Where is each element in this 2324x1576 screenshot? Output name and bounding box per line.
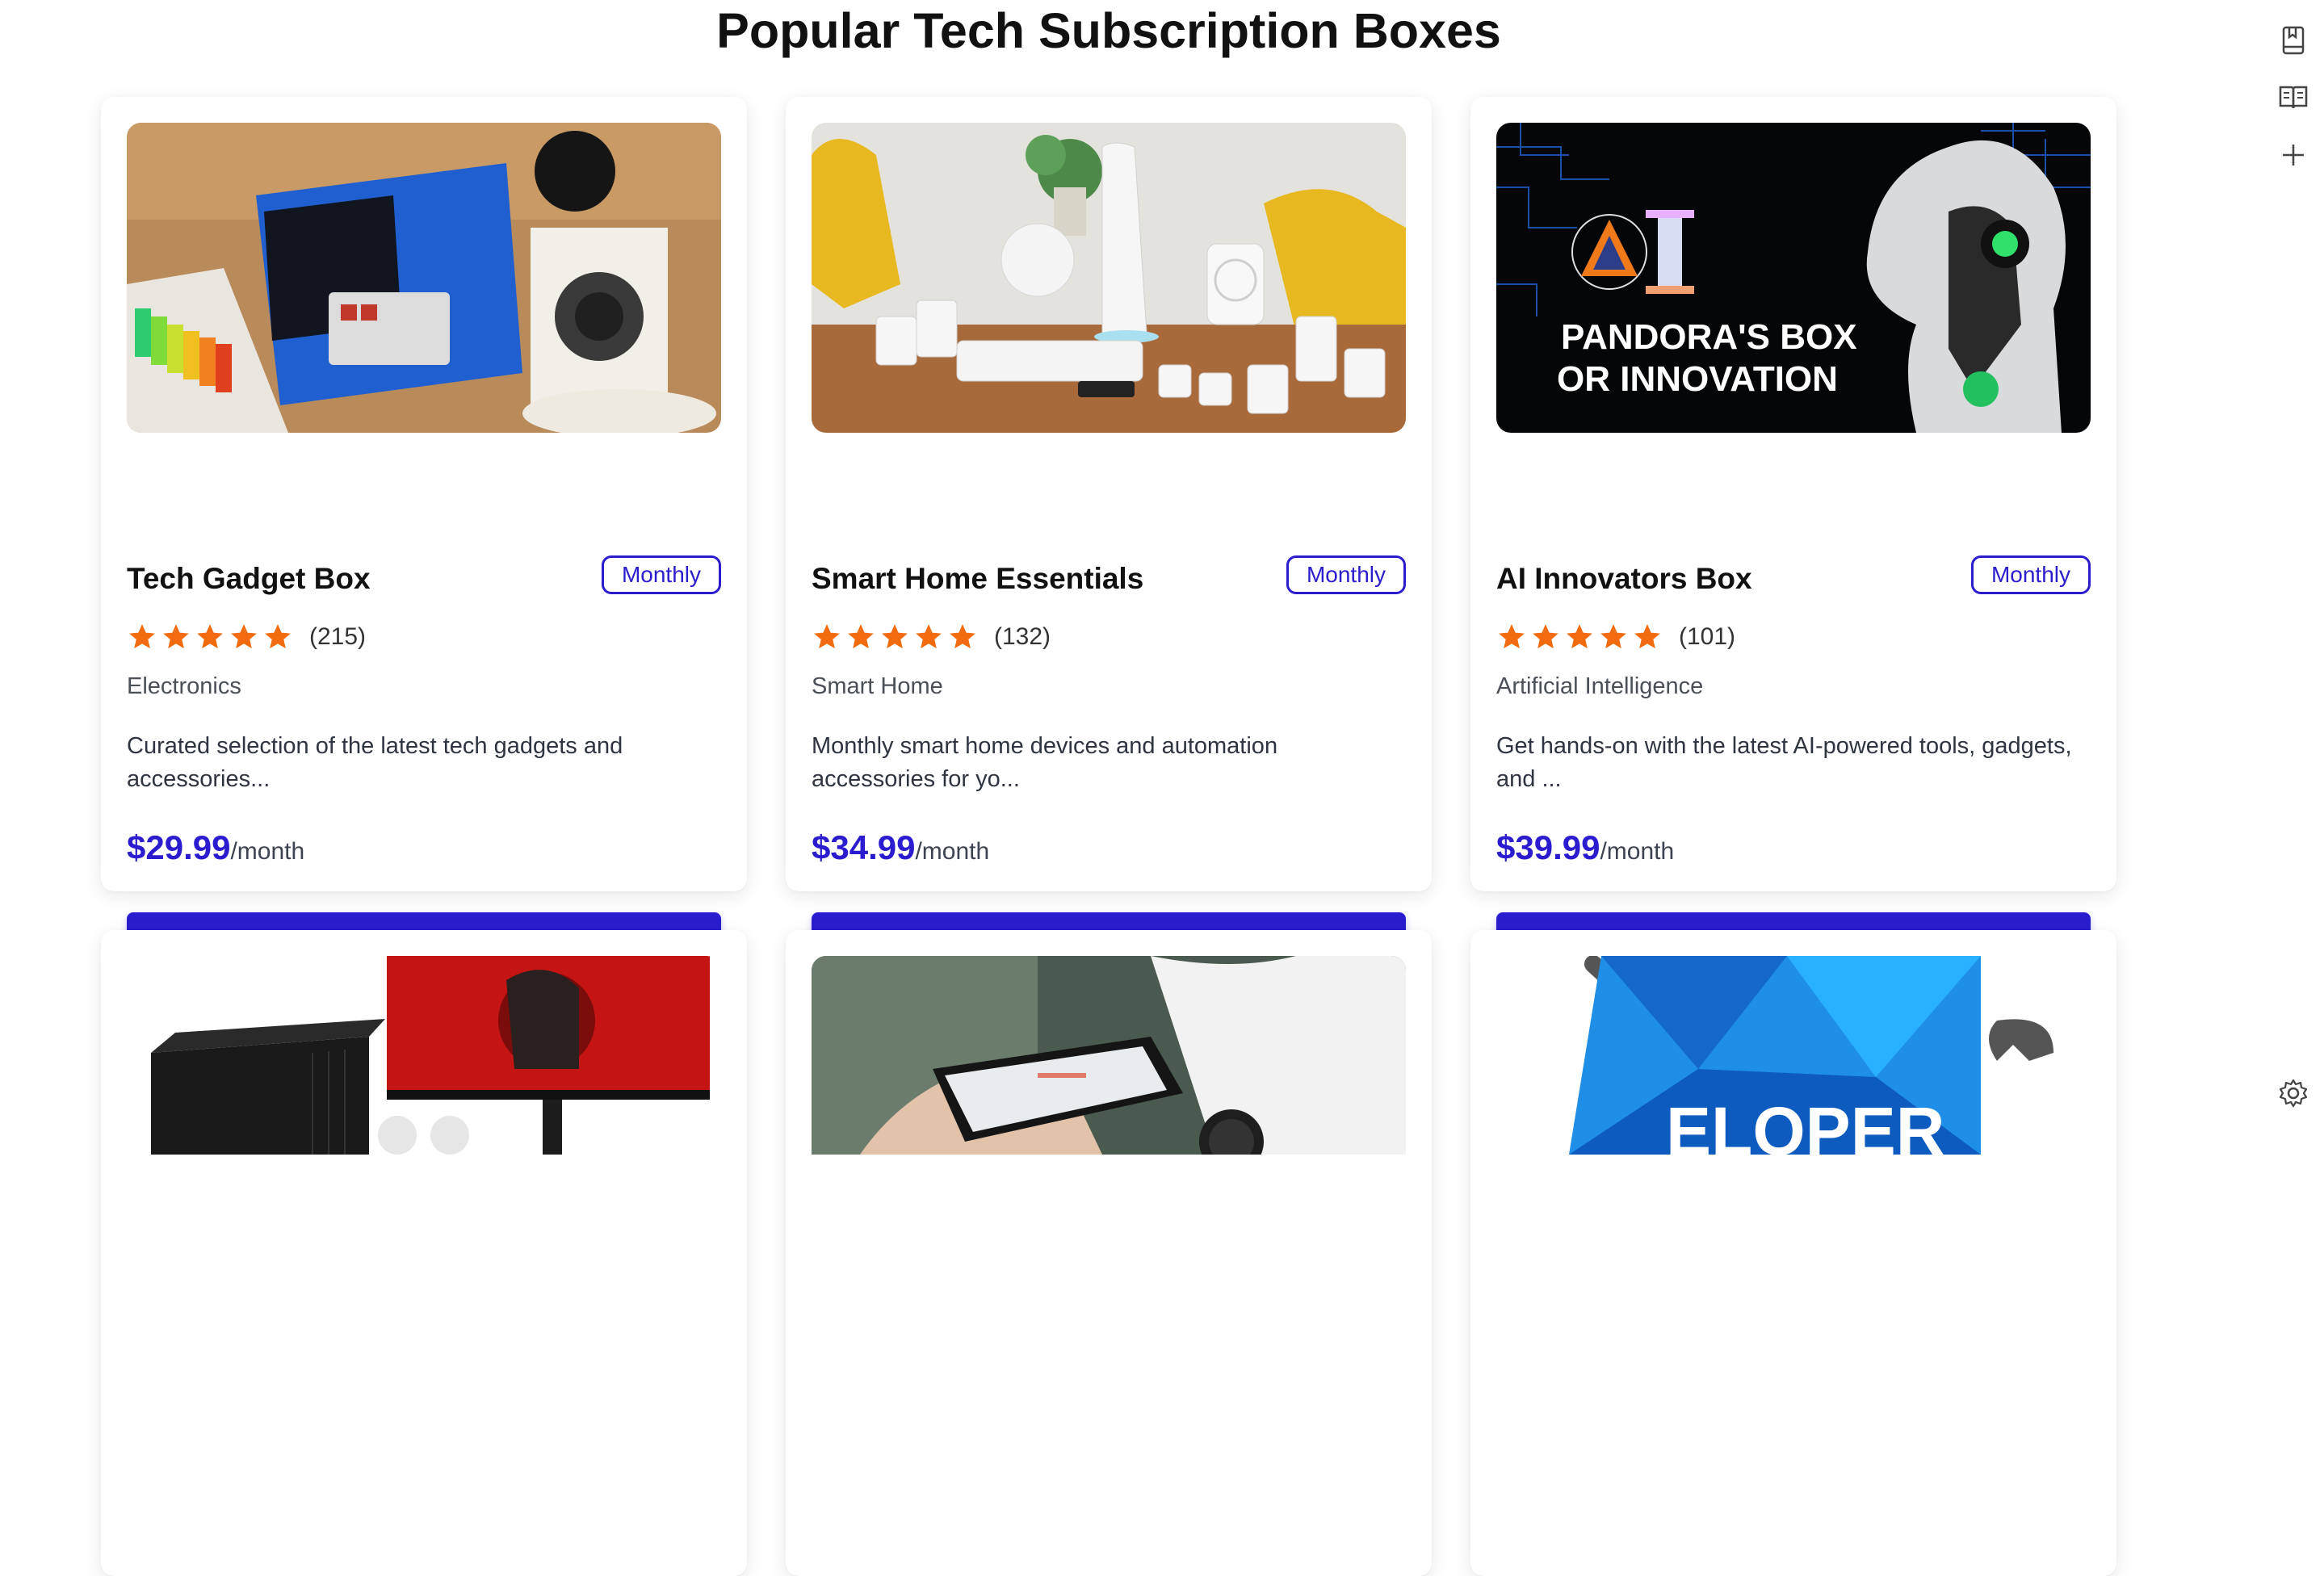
rating: (101) [1496,618,1735,656]
star-icon [231,624,257,649]
subscription-card: ELOPER [1470,930,2116,1576]
bookmark-icon[interactable] [2277,24,2309,57]
price-amount: $39.99 [1496,828,1600,866]
frequency-badge: Monthly [1970,555,2091,594]
settings-icon[interactable] [2277,1077,2309,1109]
reader-icon[interactable] [2277,81,2309,113]
card-description: Curated selection of the latest tech gad… [127,733,623,792]
price-period: /month [915,838,990,865]
price-amount: $34.99 [812,828,916,866]
price: $34.99 /month [812,828,989,867]
image-caption-line-2: OR INNOVATION [1557,359,1838,399]
category-label: Artificial Intelligence [1496,673,1704,699]
card-image-developer: ELOPER [1496,956,2091,1155]
star-icon [265,624,291,649]
frequency-badge: Monthly [1286,555,1406,594]
frequency-badge: Monthly [601,555,721,594]
card-image-ai-innovators-box: PANDORA'S BOX OR INNOVATION [1496,123,2091,433]
card-title: AI Innovators Box [1496,562,1752,595]
subscription-card: Tech Gadget Box Monthly (215) Electronic… [101,97,747,964]
star-icon [1567,624,1592,649]
star-icon [1634,624,1660,649]
subscription-card: PANDORA'S BOX OR INNOVATION AI Innovator… [1470,97,2116,964]
card-title: Smart Home Essentials [812,562,1144,595]
star-icon [814,624,840,649]
price: $39.99 /month [1496,828,1674,867]
card-title: Tech Gadget Box [127,562,371,595]
card-description: Get hands-on with the latest AI-powered … [1496,733,2072,792]
card-image-smart-home-essentials [812,123,1406,433]
star-icon [848,624,874,649]
image-caption-line-1: PANDORA'S BOX [1561,317,1857,357]
category-label: Smart Home [812,673,943,699]
star-rating [127,622,293,652]
star-icon [1499,624,1525,649]
subscription-card: Smart Home Essentials Monthly (132) Smar… [786,97,1432,964]
review-count: (101) [1679,623,1736,650]
star-icon [916,624,942,649]
star-icon [950,624,975,649]
subscription-card [101,930,747,1576]
card-image-gaming-pc [127,956,721,1155]
add-icon[interactable] [2277,139,2309,171]
star-icon [163,624,189,649]
star-icon [882,624,908,649]
price-period: /month [230,838,305,865]
rating: (215) [127,618,366,656]
image-caption: ELOPER [1666,1093,1944,1155]
card-image-tech-gadget-box [127,123,721,433]
star-rating [1496,622,1663,652]
subscription-card [786,930,1432,1576]
card-description: Monthly smart home devices and automatio… [812,733,1278,792]
category-label: Electronics [127,673,241,699]
price: $29.99 /month [127,828,304,867]
review-count: (215) [309,623,367,650]
page-title: Popular Tech Subscription Boxes [716,3,1501,58]
price-amount: $29.99 [127,828,231,866]
star-icon [1533,624,1558,649]
rating: (132) [812,618,1051,656]
star-rating [812,622,978,652]
star-icon [197,624,223,649]
review-count: (132) [994,623,1051,650]
price-period: /month [1600,838,1675,865]
star-icon [1600,624,1626,649]
star-icon [129,624,155,649]
card-image-phone-smartwatch [812,956,1406,1155]
